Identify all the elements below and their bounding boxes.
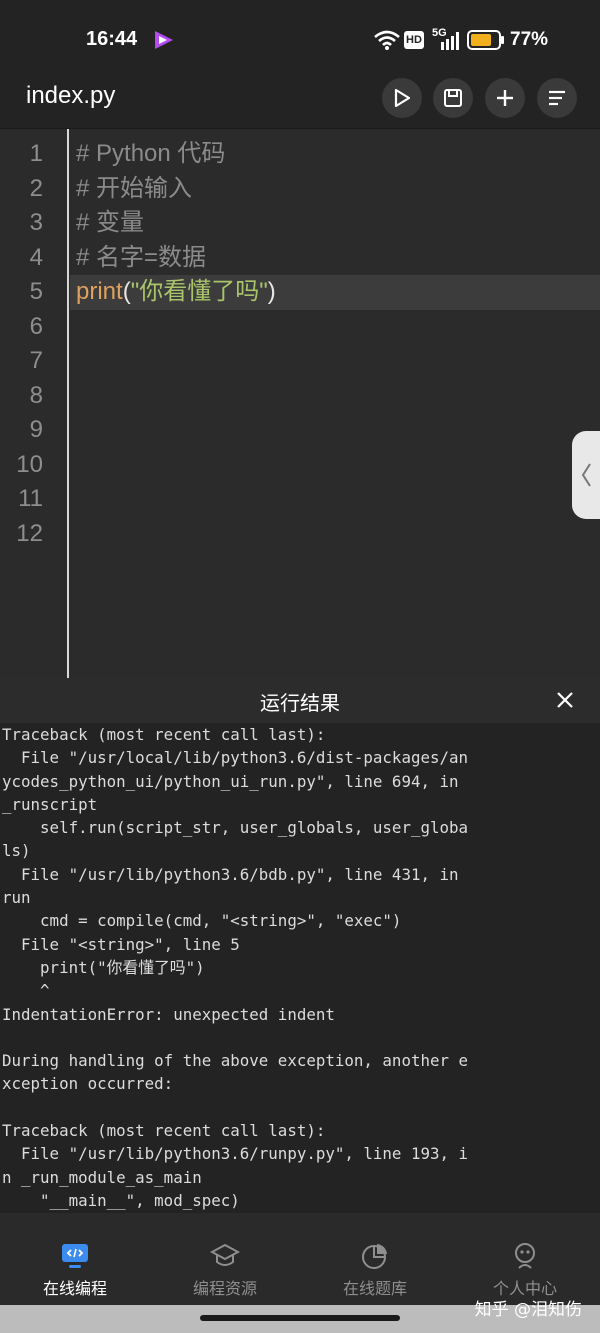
save-icon — [444, 89, 462, 107]
paren-token: ( — [122, 278, 131, 305]
code-line[interactable]: # 名字=数据 — [70, 241, 600, 276]
output-line: xception occurred: — [2, 1074, 174, 1094]
line-number: 4 — [29, 243, 43, 271]
output-line: File "/usr/lib/python3.6/runpy.py", line… — [2, 1144, 469, 1164]
watermark-text: 知乎 @泪知伤 — [474, 1300, 582, 1320]
line-number: 10 — [16, 450, 43, 478]
code-area[interactable]: # Python 代码 # 开始输入 # 变量 # 名字=数据 print("你… — [70, 137, 600, 310]
play-icon — [394, 88, 411, 108]
code-editor[interactable]: 1 2 3 4 5 6 7 8 9 10 11 12 # Python 代码 # 开始输入 # 变量 … — [0, 128, 600, 679]
battery-icon — [467, 30, 504, 50]
output-line: ls) — [2, 841, 31, 861]
output-line: During handling of the above exception, … — [2, 1051, 469, 1071]
gutter-divider — [67, 129, 69, 679]
add-file-button[interactable] — [485, 78, 525, 118]
battery-percent: 77% — [510, 29, 549, 50]
output-line: IndentationError: unexpected indent — [2, 1004, 335, 1024]
output-console[interactable]: Traceback (most recent call last): File … — [0, 723, 600, 1213]
status-bar: 16:44 HD 5G 77% — [0, 0, 600, 72]
code-monitor-icon — [62, 1244, 88, 1268]
output-title: 运行结果 — [260, 691, 340, 715]
save-button[interactable] — [433, 78, 473, 118]
line-number: 6 — [29, 312, 43, 340]
line-number: 11 — [18, 485, 43, 512]
chevron-left-icon — [581, 463, 591, 487]
menu-lines-icon — [549, 90, 565, 106]
output-line: n _run_module_as_main — [2, 1167, 202, 1187]
graduation-cap-icon — [210, 1243, 240, 1266]
nav-question-bank[interactable]: 在线题库 — [300, 1213, 450, 1305]
nav-label: 在线题库 — [342, 1279, 407, 1298]
nav-online-coding[interactable]: 在线编程 — [0, 1213, 150, 1305]
line-number: 7 — [29, 347, 43, 374]
line-number-gutter: 1 2 3 4 5 6 7 8 9 10 11 12 — [0, 137, 68, 551]
code-line[interactable]: # Python 代码 — [70, 137, 600, 172]
home-indicator[interactable] — [200, 1315, 400, 1321]
line-number: 12 — [16, 519, 43, 547]
plus-icon — [497, 90, 513, 106]
signal-icon — [441, 32, 459, 50]
video-app-icon — [155, 31, 173, 49]
line-number: 9 — [29, 416, 43, 443]
output-line: cmd = compile(cmd, "<string>", "exec") — [2, 911, 402, 931]
output-header: 运行结果 — [0, 678, 600, 723]
status-time: 16:44 — [86, 28, 138, 50]
output-line: File "/usr/local/lib/python3.6/dist-pack… — [2, 748, 469, 768]
string-token: "你看懂了吗" — [130, 278, 268, 305]
nav-resources[interactable]: 编程资源 — [150, 1213, 300, 1305]
line-number: 5 — [29, 278, 43, 305]
nav-label: 在线编程 — [42, 1279, 107, 1298]
line-number: 3 — [29, 209, 43, 236]
output-line: Traceback (most recent call last): — [2, 725, 326, 744]
output-line: File "/usr/lib/python3.6/bdb.py", line 4… — [2, 864, 459, 884]
output-line: ^ — [2, 981, 50, 1001]
output-line: File "<string>", line 5 — [2, 934, 240, 954]
file-name: index.py — [26, 82, 116, 109]
code-line[interactable]: # 开始输入 — [70, 172, 600, 207]
user-icon — [515, 1243, 535, 1269]
output-line: self.run(script_str, user_globals, user_… — [2, 818, 469, 838]
output-line: Traceback (most recent call last): — [2, 1121, 326, 1141]
pie-chart-icon — [362, 1244, 387, 1269]
output-line: ycodes_python_ui/python_ui_run.py", line… — [2, 771, 459, 791]
editor-toolbar: index.py — [0, 72, 600, 128]
menu-button[interactable] — [537, 78, 577, 118]
nav-label: 编程资源 — [192, 1279, 257, 1298]
nav-profile[interactable]: 个人中心 — [450, 1213, 600, 1305]
output-line: run — [2, 888, 31, 908]
code-line-active[interactable]: print("你看懂了吗") — [70, 275, 600, 310]
wifi-icon — [374, 30, 400, 50]
run-button[interactable] — [382, 78, 422, 118]
line-number: 1 — [29, 140, 43, 167]
line-number: 8 — [29, 381, 43, 409]
output-line: print("你看懂了吗") — [2, 957, 205, 977]
close-icon[interactable] — [554, 689, 576, 711]
bottom-nav: 在线编程 编程资源 在线题库 个人中心 — [0, 1213, 600, 1305]
keyword-token: print — [76, 278, 123, 305]
code-line[interactable]: # 变量 — [70, 206, 600, 241]
output-line: _runscript — [2, 794, 98, 814]
hd-badge: HD — [404, 31, 424, 49]
side-panel-handle[interactable] — [572, 431, 600, 519]
output-line: "__main__", mod_spec) — [2, 1190, 240, 1210]
line-number: 2 — [29, 174, 43, 202]
paren-token: ) — [267, 278, 276, 305]
